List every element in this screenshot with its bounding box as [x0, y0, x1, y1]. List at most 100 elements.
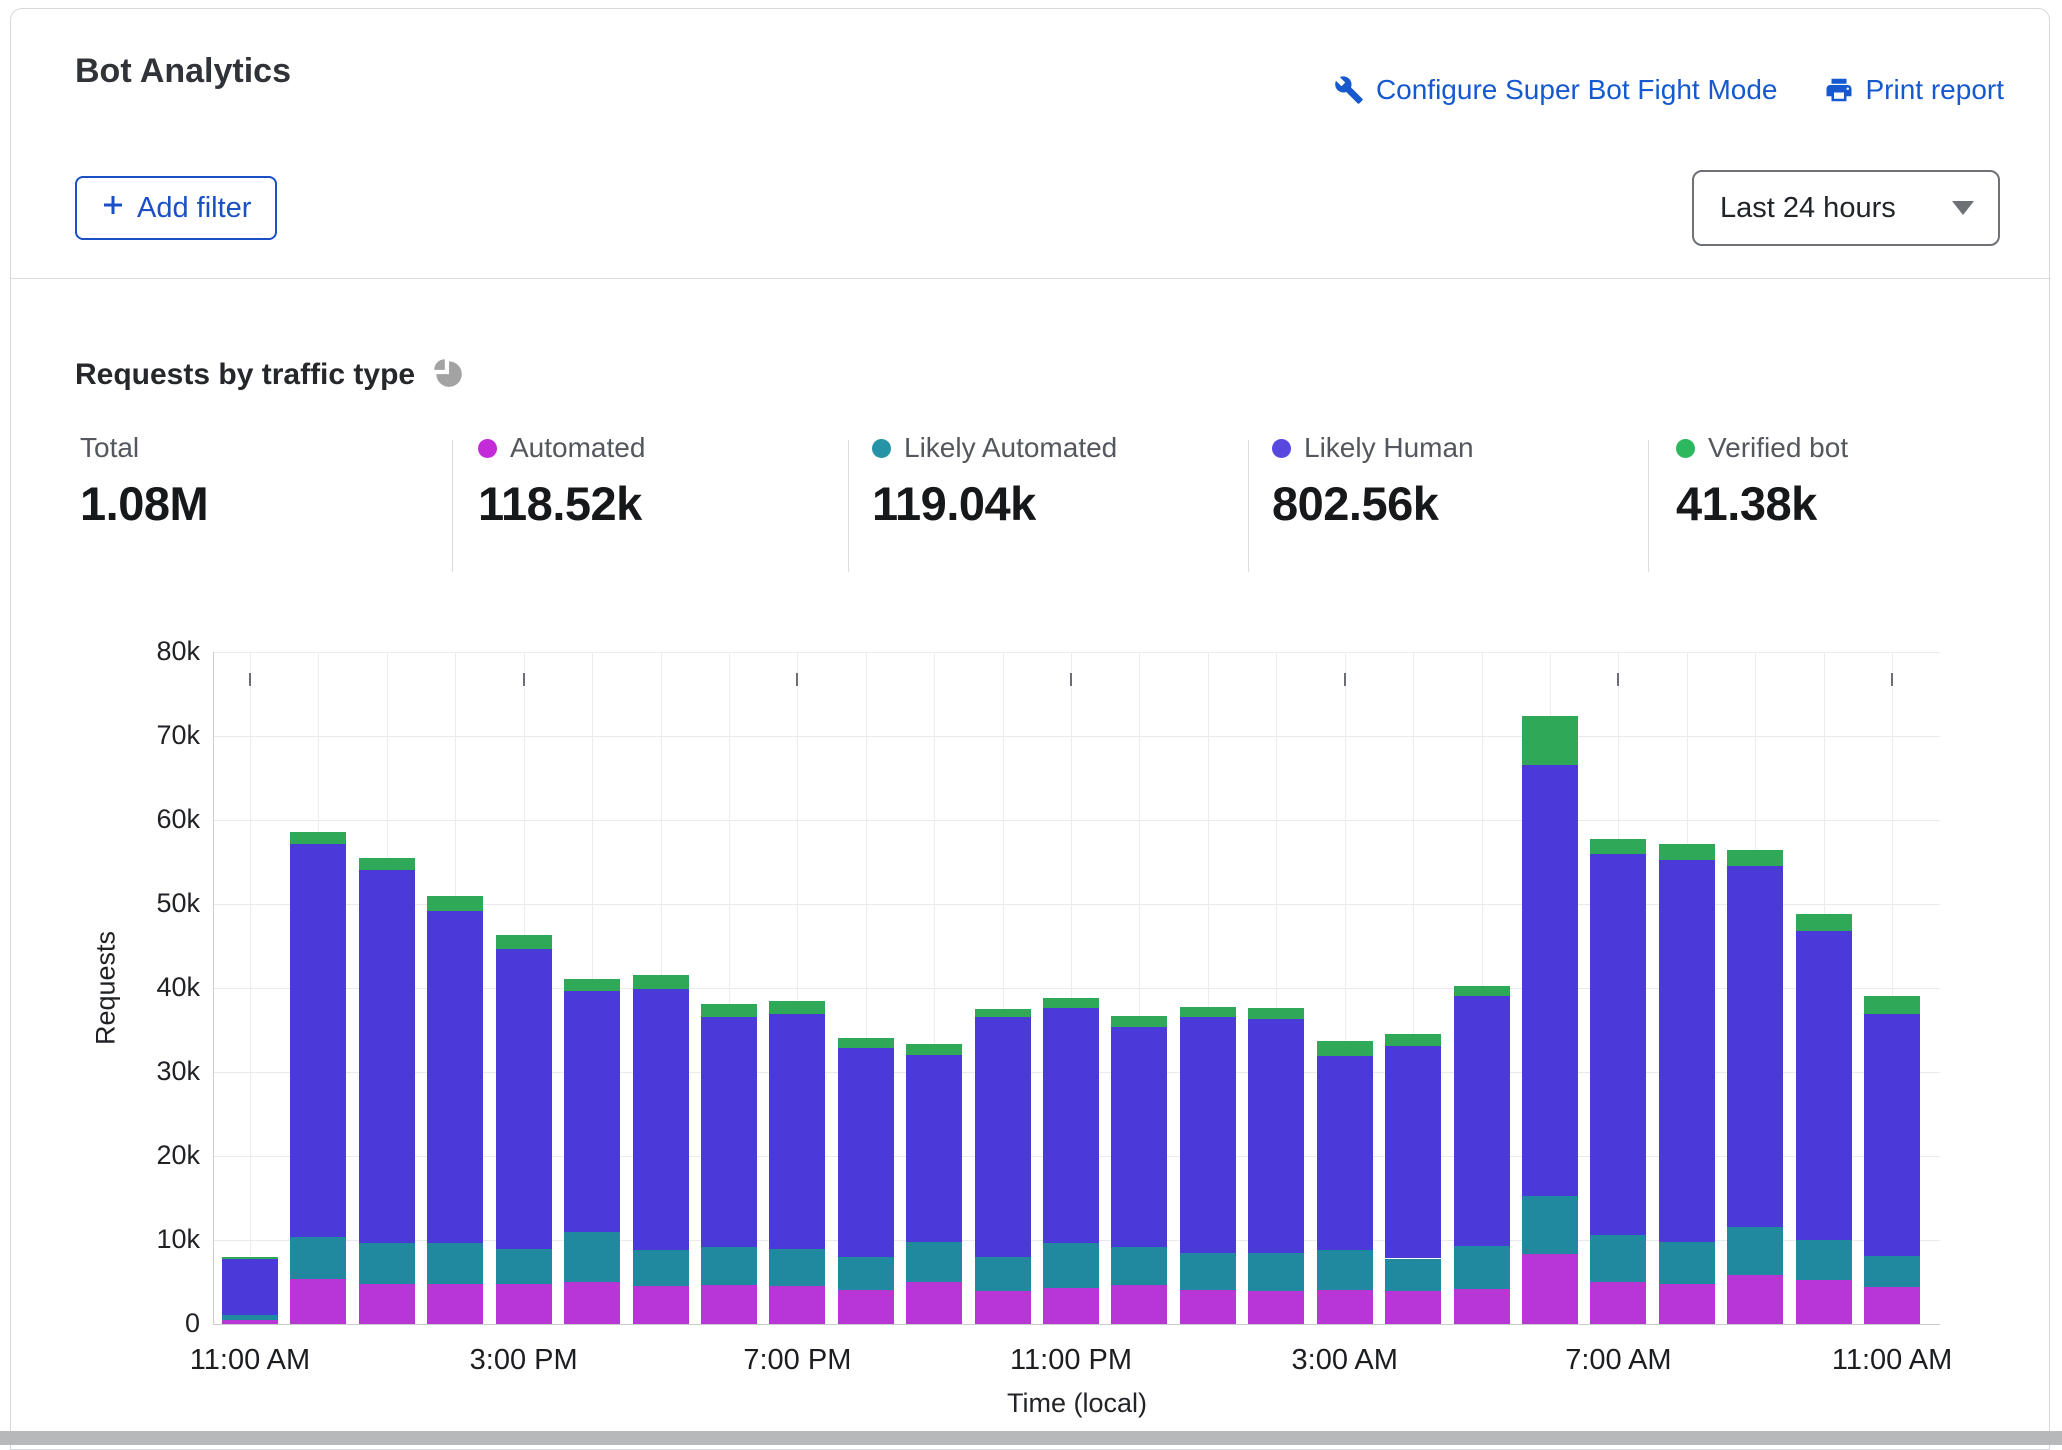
- bar-segment-automated: [358, 1283, 415, 1324]
- pie-chart-icon: [431, 355, 465, 394]
- bar-12-00-am: [1111, 652, 1168, 1324]
- legend-dot: [872, 438, 891, 458]
- bar-segment-likely-human: [1316, 1056, 1373, 1251]
- bar-segment-likely-human: [1521, 765, 1578, 1197]
- y-tick-label: 20k: [156, 1140, 200, 1170]
- bar-segment-likely-automated: [1795, 1240, 1852, 1281]
- bar-segment-likely-automated: [564, 1232, 621, 1282]
- x-tick: [1070, 673, 1073, 686]
- x-tick-label: 11:00 AM: [1831, 1344, 1953, 1376]
- bar-segment-verified-bot: [1795, 914, 1852, 931]
- bar-segment-automated: [632, 1286, 689, 1324]
- bar-segment-automated: [1795, 1280, 1852, 1324]
- stat-automated: Automated 118.52k: [478, 432, 645, 531]
- bar-segment-likely-automated: [1453, 1245, 1510, 1289]
- legend-dot: [1272, 438, 1291, 458]
- stat-value: 1.08M: [80, 477, 209, 530]
- bar-segment-automated: [222, 1319, 278, 1324]
- plot-area: [213, 652, 1940, 1325]
- stat-value: 802.56k: [1272, 477, 1439, 530]
- bar-segment-automated: [427, 1283, 484, 1324]
- bar-segment-likely-human: [358, 870, 415, 1244]
- bar-segment-automated: [1590, 1282, 1647, 1324]
- bar-5-00-am: [1453, 652, 1510, 1324]
- bar-8-00-pm: [837, 652, 894, 1324]
- configure-super-bot-fight-mode-link[interactable]: Configure Super Bot Fight Mode: [1334, 74, 1778, 106]
- bar-segment-likely-automated: [1864, 1255, 1921, 1288]
- bar-segment-likely-automated: [1179, 1253, 1236, 1291]
- bar-1-00-am: [1179, 652, 1236, 1324]
- bar-segment-verified-bot: [1521, 715, 1578, 766]
- stat-divider: [452, 440, 453, 572]
- stat-divider: [1648, 440, 1649, 572]
- bar-segment-likely-automated: [632, 1250, 689, 1287]
- bar-segment-automated: [1111, 1285, 1168, 1324]
- x-tick-label: 11:00 PM: [1010, 1344, 1133, 1376]
- bar-segment-verified-bot: [837, 1037, 894, 1048]
- bar-segment-likely-automated: [837, 1256, 894, 1290]
- bar-segment-automated: [1658, 1283, 1715, 1324]
- bar-segment-likely-human: [1111, 1026, 1168, 1247]
- bar-segment-verified-bot: [495, 935, 552, 949]
- bar-segment-verified-bot: [427, 895, 484, 911]
- bar-7-00-am: [1590, 652, 1647, 1324]
- stats-row: Total 1.08M Automated 118.52k Likely Automat…: [0, 432, 2062, 592]
- x-tick-label: 11:00 AM: [189, 1344, 311, 1376]
- y-tick-label: 80k: [156, 636, 200, 666]
- bar-segment-likely-automated: [1043, 1242, 1100, 1288]
- bar-segment-verified-bot: [632, 974, 689, 989]
- bar-segment-verified-bot: [1248, 1008, 1305, 1020]
- bar-segment-verified-bot: [906, 1044, 963, 1056]
- bar-segment-verified-bot: [974, 1009, 1031, 1017]
- y-axis-line: [213, 652, 214, 1324]
- plus-icon: [101, 192, 125, 225]
- bar-segment-likely-human: [632, 988, 689, 1251]
- bar-7-00-pm: [769, 652, 826, 1324]
- bar-6-00-am: [1521, 652, 1578, 1324]
- bar-segment-automated: [1453, 1288, 1510, 1324]
- page-title: Bot Analytics: [75, 52, 292, 90]
- bar-segment-likely-human: [1864, 1014, 1921, 1256]
- stat-total: Total 1.08M: [80, 432, 209, 531]
- bar-segment-verified-bot: [1043, 998, 1100, 1009]
- bar-segment-likely-human: [1385, 1045, 1442, 1259]
- print-report-link[interactable]: Print report: [1824, 74, 2004, 106]
- bar-segment-likely-automated: [1248, 1253, 1305, 1292]
- bar-segment-verified-bot: [769, 1000, 826, 1015]
- y-tick-label: 30k: [156, 1056, 200, 1086]
- bar-3-00-pm: [495, 652, 552, 1324]
- bar-segment-likely-automated: [1521, 1196, 1578, 1255]
- bar-segment-likely-automated: [1727, 1227, 1784, 1276]
- stat-divider: [1248, 440, 1249, 572]
- add-filter-button[interactable]: Add filter: [75, 176, 278, 240]
- time-range-select[interactable]: Last 24 hours: [1692, 170, 2000, 246]
- bar-4-00-pm: [564, 652, 621, 1324]
- bar-segment-verified-bot: [358, 857, 415, 871]
- x-tick: [1617, 673, 1620, 686]
- bar-1-00-pm: [358, 652, 415, 1324]
- bar-segment-automated: [974, 1291, 1031, 1324]
- stat-value: 41.38k: [1676, 477, 1817, 530]
- bar-11-00-am: [222, 652, 278, 1324]
- stat-value: 119.04k: [872, 477, 1036, 530]
- bar-12-00-pm: [290, 652, 347, 1324]
- bar-2-00-am: [1248, 652, 1305, 1324]
- bar-segment-automated: [1043, 1287, 1100, 1324]
- bar-segment-likely-human: [290, 843, 347, 1237]
- bar-segment-likely-human: [1795, 930, 1852, 1240]
- bar-2-00-pm: [427, 652, 484, 1324]
- bar-segment-likely-automated: [906, 1241, 963, 1282]
- y-tick-label: 0: [184, 1308, 200, 1338]
- x-tick-label: 7:00 PM: [743, 1344, 852, 1376]
- horizontal-scrollbar[interactable]: [0, 1431, 2062, 1445]
- bar-9-00-am: [1727, 652, 1784, 1324]
- x-tick-label: 3:00 PM: [469, 1344, 578, 1376]
- stat-likely-automated: Likely Automated 119.04k: [872, 432, 1117, 531]
- bar-8-00-am: [1658, 652, 1715, 1324]
- bar-11-00-am: [1864, 652, 1921, 1324]
- bar-segment-automated: [906, 1282, 963, 1324]
- bar-segment-automated: [1385, 1291, 1442, 1324]
- bar-segment-likely-automated: [769, 1249, 826, 1287]
- bar-segment-verified-bot: [290, 831, 347, 844]
- bar-segment-automated: [837, 1289, 894, 1324]
